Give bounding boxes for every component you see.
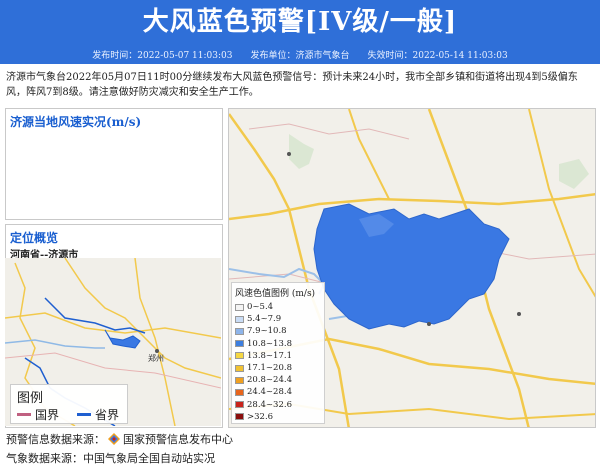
province-border-swatch: [77, 413, 92, 416]
wind-legend-item: 28.4~32.6: [235, 399, 321, 411]
wind-speed-panel: 济源当地风速实况(m/s): [5, 108, 223, 220]
wind-legend-item: 0~5.4: [235, 301, 321, 313]
overview-legend-items: 国界 省界: [17, 406, 121, 423]
legend-swatch: [235, 364, 244, 372]
wind-legend-item: 7.9~10.8: [235, 325, 321, 337]
overview-legend: 图例 国界 省界: [10, 384, 128, 424]
wind-legend-item: 5.4~7.9: [235, 313, 321, 325]
legend-label: 0~5.4: [247, 302, 274, 313]
legend-label: 5.4~7.9: [247, 314, 282, 325]
legend-label: 13.8~17.1: [247, 350, 292, 361]
legend-swatch: [235, 327, 244, 335]
legend-label: 10.8~13.8: [247, 338, 292, 349]
wind-legend-item: 24.4~28.4: [235, 386, 321, 398]
wind-legend-item: 20.8~24.4: [235, 374, 321, 386]
legend-label: 28.4~32.6: [247, 399, 292, 410]
province-border-label: 省界: [95, 408, 120, 422]
wind-legend-item: 13.8~17.1: [235, 350, 321, 362]
warning-summary: 济源市气象台2022年05月07日11时00分继续发布大风蓝色预警信号：预计未来…: [6, 72, 578, 98]
legend-swatch: [235, 413, 244, 421]
legend-label: >32.6: [247, 411, 274, 422]
legend-swatch: [235, 340, 244, 348]
issuer: 发布单位：济源市气象台: [250, 51, 350, 61]
warning-banner: 大风蓝色预警[IV级/一般] 发布时间：2022-05-07 11:03:03 …: [0, 0, 600, 64]
wind-speed-legend: 风速色值图例 (m/s) 0~5.4 5.4~7.9 7.9~10.8 10.8…: [231, 282, 325, 424]
legend-swatch: [235, 303, 244, 311]
wind-legend-title: 风速色值图例 (m/s): [235, 289, 316, 299]
city-marker: [427, 322, 431, 326]
location-panel-title: 定位概览: [10, 231, 59, 245]
zhengzhou-label: 郑州: [148, 353, 164, 363]
legend-swatch: [235, 352, 244, 360]
warning-source-line: 预警信息数据来源： 国家预警信息发布中心: [6, 432, 233, 448]
weather-source-line: 气象数据来源：中国气象局全国自动站实况: [6, 452, 215, 465]
national-border-label: 国界: [35, 408, 60, 422]
legend-label: 17.1~20.8: [247, 363, 292, 374]
warning-meta: 发布时间：2022-05-07 11:03:03 发布单位：济源市气象台 失效时…: [0, 48, 600, 64]
warning-source-name[interactable]: 国家预警信息发布中心: [123, 433, 233, 446]
city-marker: [517, 312, 521, 316]
city-marker: [287, 152, 291, 156]
expire-time: 失效时间：2022-05-14 11:03:03: [367, 51, 508, 61]
legend-swatch: [235, 376, 244, 384]
legend-swatch: [235, 315, 244, 323]
legend-swatch: [235, 401, 244, 409]
warning-source-label: 预警信息数据来源：: [6, 433, 105, 446]
release-center-icon: [108, 433, 120, 445]
legend-swatch: [235, 388, 244, 396]
wind-legend-item: 17.1~20.8: [235, 362, 321, 374]
wind-panel-title: 济源当地风速实况(m/s): [10, 115, 142, 129]
legend-label: 7.9~10.8: [247, 326, 287, 337]
wind-legend-item: 10.8~13.8: [235, 338, 321, 350]
wind-legend-item: >32.6: [235, 411, 321, 423]
issue-time: 发布时间：2022-05-07 11:03:03: [92, 51, 233, 61]
national-border-swatch: [17, 413, 31, 416]
legend-label: 24.4~28.4: [247, 387, 292, 398]
zhengzhou-marker: [155, 349, 159, 353]
legend-label: 20.8~24.4: [247, 375, 292, 386]
overview-legend-title: 图例: [17, 391, 44, 406]
page-title: 大风蓝色预警[IV级/一般]: [142, 7, 458, 37]
